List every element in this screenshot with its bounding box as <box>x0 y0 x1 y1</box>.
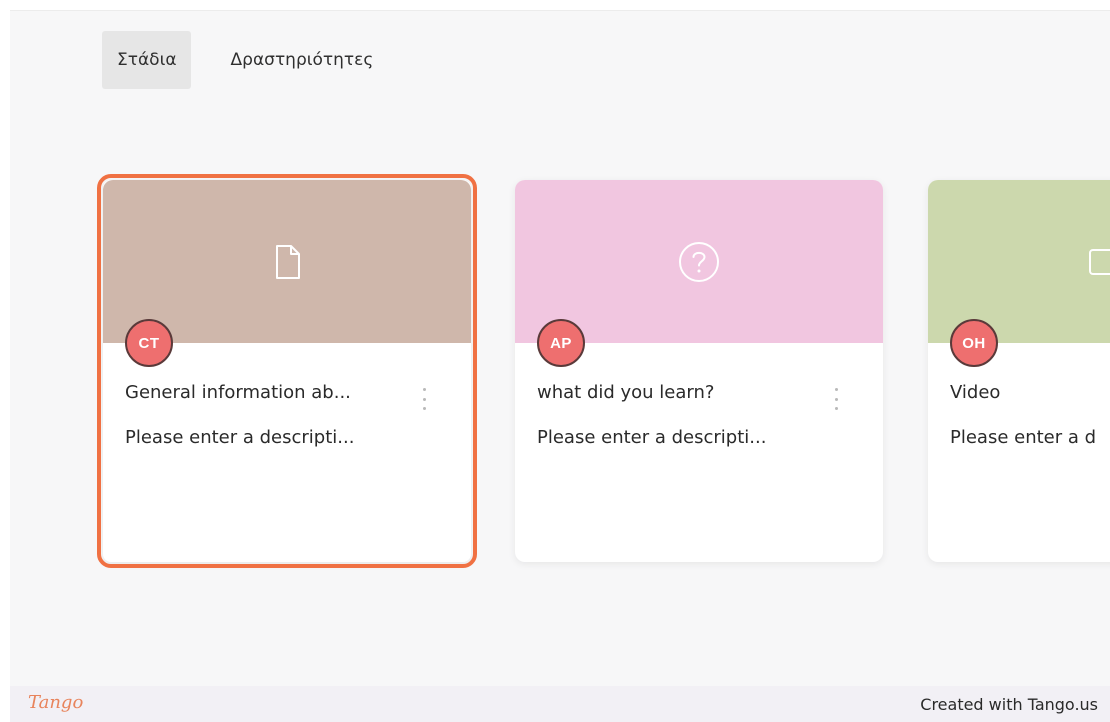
tab-stages[interactable]: Στάδια <box>102 31 191 89</box>
card-banner <box>928 180 1110 343</box>
stage-card-video[interactable]: OH Video Please enter a d <box>928 180 1110 562</box>
more-options-icon[interactable] <box>419 388 429 410</box>
tango-logo: Tango <box>28 692 84 713</box>
more-options-icon[interactable] <box>831 388 841 410</box>
stage-card-general-information[interactable]: CT General information ab... Please ente… <box>97 174 477 568</box>
avatar: OH <box>950 319 998 367</box>
footer-credit: Created with Tango.us <box>920 695 1098 714</box>
tab-bar: Στάδια Δραστηριότητες <box>102 31 387 89</box>
avatar: CT <box>125 319 173 367</box>
tab-activities[interactable]: Δραστηριότητες <box>217 31 388 89</box>
card-title: what did you learn? <box>537 382 715 403</box>
card-description: Please enter a d <box>950 427 1097 448</box>
avatar: AP <box>537 319 585 367</box>
main-canvas: Στάδια Δραστηριότητες CT General informa… <box>10 10 1110 687</box>
card-title: General information ab... <box>125 382 351 403</box>
card-banner <box>103 180 471 343</box>
card-description: Please enter a descripti... <box>125 427 355 448</box>
card-description: Please enter a descripti... <box>537 427 767 448</box>
video-icon <box>1089 249 1110 275</box>
document-icon <box>276 245 300 279</box>
stage-card-what-did-you-learn[interactable]: AP what did you learn? Please enter a de… <box>515 180 883 562</box>
footer-bar: Tango Created with Tango.us <box>10 686 1110 722</box>
question-icon <box>679 242 719 282</box>
card-banner <box>515 180 883 343</box>
card-title: Video <box>950 382 1001 403</box>
